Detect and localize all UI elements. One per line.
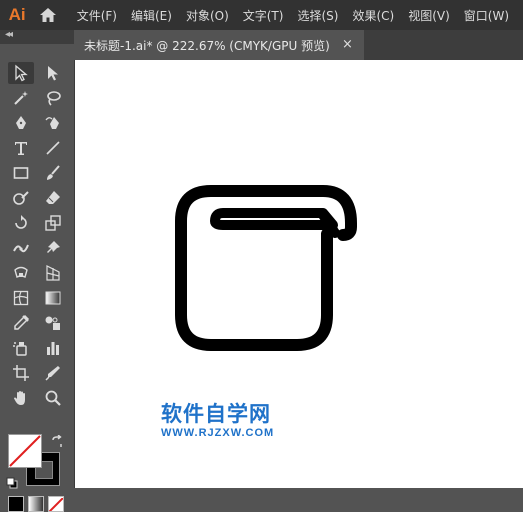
- pen-tool-icon[interactable]: [8, 112, 34, 134]
- document-tab[interactable]: 未标题-1.ai* @ 222.67% (CMYK/GPU 预览): [74, 30, 364, 60]
- free-transform-tool-icon[interactable]: [8, 262, 34, 284]
- width-tool-icon[interactable]: [8, 237, 34, 259]
- gradient-tool-icon[interactable]: [40, 287, 66, 309]
- zoom-tool-icon[interactable]: [40, 387, 66, 409]
- folder-card-artwork[interactable]: [175, 185, 357, 357]
- type-tool-icon[interactable]: [8, 137, 34, 159]
- blend-tool-icon[interactable]: [40, 312, 66, 334]
- selection-tool-icon[interactable]: [8, 62, 34, 84]
- lasso-tool-icon[interactable]: [40, 87, 66, 109]
- menu-view[interactable]: 视图(V): [408, 7, 450, 24]
- document-tab-bar: 未标题-1.ai* @ 222.67% (CMYK/GPU 预览) ×: [74, 30, 523, 60]
- artboard-canvas[interactable]: 软件自学网 WWW.RJZXW.COM: [75, 60, 523, 488]
- puppet-warp-tool-icon[interactable]: [40, 237, 66, 259]
- default-fill-stroke-icon[interactable]: [6, 474, 18, 489]
- menu-object[interactable]: 对象(O): [186, 7, 229, 24]
- eyedropper-tool-icon[interactable]: [8, 312, 34, 334]
- watermark-url: WWW.RJZXW.COM: [161, 427, 275, 439]
- curvature-tool-icon[interactable]: [40, 112, 66, 134]
- menu-edit[interactable]: 编辑(E): [131, 7, 172, 24]
- swap-fill-stroke-icon[interactable]: [50, 434, 64, 448]
- line-segment-tool-icon[interactable]: [40, 137, 66, 159]
- menu-window[interactable]: 窗口(W): [464, 7, 509, 24]
- menu-select[interactable]: 选择(S): [297, 7, 338, 24]
- document-tab-title: 未标题-1.ai* @ 222.67% (CMYK/GPU 预览): [84, 38, 330, 53]
- close-tab-icon[interactable]: ×: [342, 37, 353, 52]
- color-mode-button[interactable]: [8, 496, 24, 512]
- watermark-text: 软件自学网: [161, 402, 271, 426]
- eraser-tool-icon[interactable]: [40, 187, 66, 209]
- symbol-sprayer-tool-icon[interactable]: [8, 337, 34, 359]
- rectangle-tool-icon[interactable]: [8, 162, 34, 184]
- menu-bar: Ai 文件(F) 编辑(E) 对象(O) 文字(T) 选择(S) 效果(C) 视…: [0, 0, 523, 30]
- hand-tool-icon[interactable]: [8, 387, 34, 409]
- app-logo: Ai: [8, 5, 26, 24]
- mesh-tool-icon[interactable]: [8, 287, 34, 309]
- scale-tool-icon[interactable]: [40, 212, 66, 234]
- perspective-grid-tool-icon[interactable]: [40, 262, 66, 284]
- paintbrush-tool-icon[interactable]: [40, 162, 66, 184]
- slice-tool-icon[interactable]: [40, 362, 66, 384]
- shaper-tool-icon[interactable]: [8, 187, 34, 209]
- tools-panel: ◂◂: [0, 29, 75, 512]
- column-graph-tool-icon[interactable]: [40, 337, 66, 359]
- fill-color-swatch[interactable]: [8, 434, 42, 468]
- collapse-arrows-icon[interactable]: ◂◂: [5, 29, 13, 40]
- menu-items: 文件(F) 编辑(E) 对象(O) 文字(T) 选择(S) 效果(C) 视图(V…: [77, 7, 523, 24]
- artboard-tool-icon[interactable]: [8, 362, 34, 384]
- home-icon[interactable]: [34, 0, 63, 30]
- menu-file[interactable]: 文件(F): [77, 7, 117, 24]
- menu-effect[interactable]: 效果(C): [352, 7, 394, 24]
- panel-collapse-grip[interactable]: ◂◂: [0, 29, 74, 44]
- menu-type[interactable]: 文字(T): [243, 7, 284, 24]
- gradient-mode-button[interactable]: [28, 496, 44, 512]
- magic-wand-tool-icon[interactable]: [8, 87, 34, 109]
- direct-selection-tool-icon[interactable]: [40, 62, 66, 84]
- none-mode-button[interactable]: [48, 496, 64, 512]
- rotate-tool-icon[interactable]: [8, 212, 34, 234]
